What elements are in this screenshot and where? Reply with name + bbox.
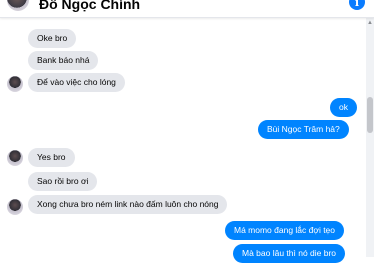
chat-header: Đỗ Ngọc Chính i [0, 0, 374, 18]
message-bubble-incoming[interactable]: Bank báo nhá [28, 51, 99, 70]
message-bubble-outgoing[interactable]: Má momo đang lắc đợi tẹo [225, 221, 345, 240]
sender-avatar[interactable] [7, 199, 23, 215]
scrollbar-thumb[interactable] [367, 97, 373, 133]
message-bubble-outgoing[interactable]: Mà bao lâu thì nó die bro [233, 244, 346, 263]
message-bubble-outgoing[interactable]: ok [330, 98, 357, 117]
contact-avatar[interactable] [7, 0, 29, 11]
message-bubble-outgoing[interactable]: Bùi Ngọc Trâm hả? [258, 120, 349, 139]
message-bubble-incoming[interactable]: Để vào việc cho lóng [28, 73, 125, 92]
sender-avatar[interactable] [7, 150, 23, 166]
contact-name[interactable]: Đỗ Ngọc Chính [39, 0, 140, 14]
message-bubble-incoming[interactable]: Oke bro [28, 29, 77, 48]
scroll-up-arrow-icon[interactable]: ▲ [367, 20, 373, 26]
scrollbar[interactable] [366, 18, 374, 257]
message-bubble-incoming[interactable]: Yes bro [28, 148, 75, 167]
message-bubble-incoming[interactable]: Sao rồi bro ơi [28, 172, 98, 191]
message-bubble-incoming[interactable]: Xong chưa bro ném link nào đấm luôn cho … [28, 195, 228, 214]
info-icon[interactable]: i [349, 0, 365, 10]
sender-avatar[interactable] [7, 76, 23, 92]
